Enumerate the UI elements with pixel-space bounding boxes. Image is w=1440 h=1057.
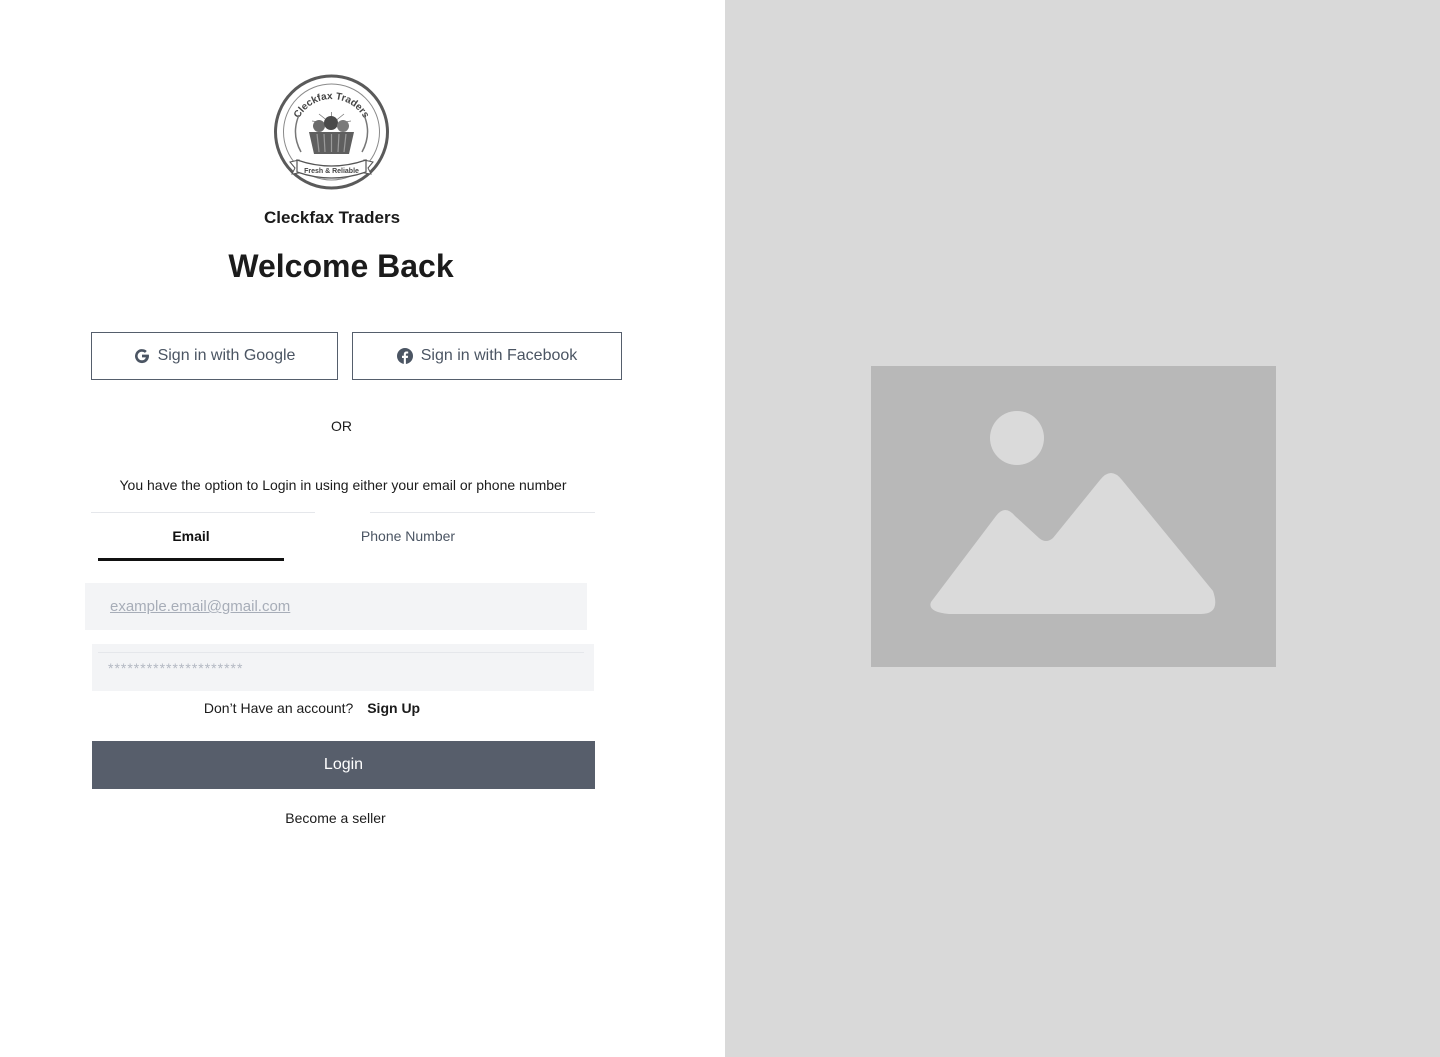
- signup-link[interactable]: Sign Up: [367, 700, 420, 716]
- login-option-hint: You have the option to Login in using ei…: [119, 477, 567, 493]
- google-icon: [134, 349, 149, 364]
- or-divider: OR: [331, 418, 352, 434]
- facebook-signin-label: Sign in with Facebook: [420, 347, 578, 364]
- email-field[interactable]: [85, 583, 587, 630]
- signup-row: Don’t Have an account? Sign Up: [0, 700, 624, 716]
- signup-prompt: Don’t Have an account?: [203, 700, 354, 716]
- image-placeholder-icon: [930, 411, 1216, 614]
- brand-name: Cleckfax Traders: [263, 208, 401, 227]
- tab-divider-left: [91, 512, 315, 513]
- page-title: Welcome Back: [228, 248, 454, 284]
- tab-email[interactable]: Email: [98, 528, 284, 544]
- facebook-signin-button[interactable]: Sign in with Facebook: [352, 332, 622, 380]
- brand-logo: Cleckfax Traders Fresh & Reliable: [274, 74, 389, 190]
- google-signin-button[interactable]: Sign in with Google: [91, 332, 338, 380]
- password-field-divider: [98, 652, 584, 653]
- facebook-icon: [396, 348, 413, 364]
- hero-image: [871, 366, 1276, 667]
- svg-text:Fresh & Reliable: Fresh & Reliable: [304, 168, 359, 175]
- active-tab-indicator: [98, 558, 284, 561]
- login-panel: Cleckfax Traders Fresh & Reliable Cleckf…: [0, 0, 725, 1057]
- google-signin-label: Sign in with Google: [157, 347, 296, 364]
- tab-divider-right: [370, 512, 595, 513]
- login-button[interactable]: Login: [92, 741, 595, 789]
- become-seller-link[interactable]: Become a seller: [0, 810, 671, 826]
- tab-phone-number[interactable]: Phone Number: [330, 528, 486, 544]
